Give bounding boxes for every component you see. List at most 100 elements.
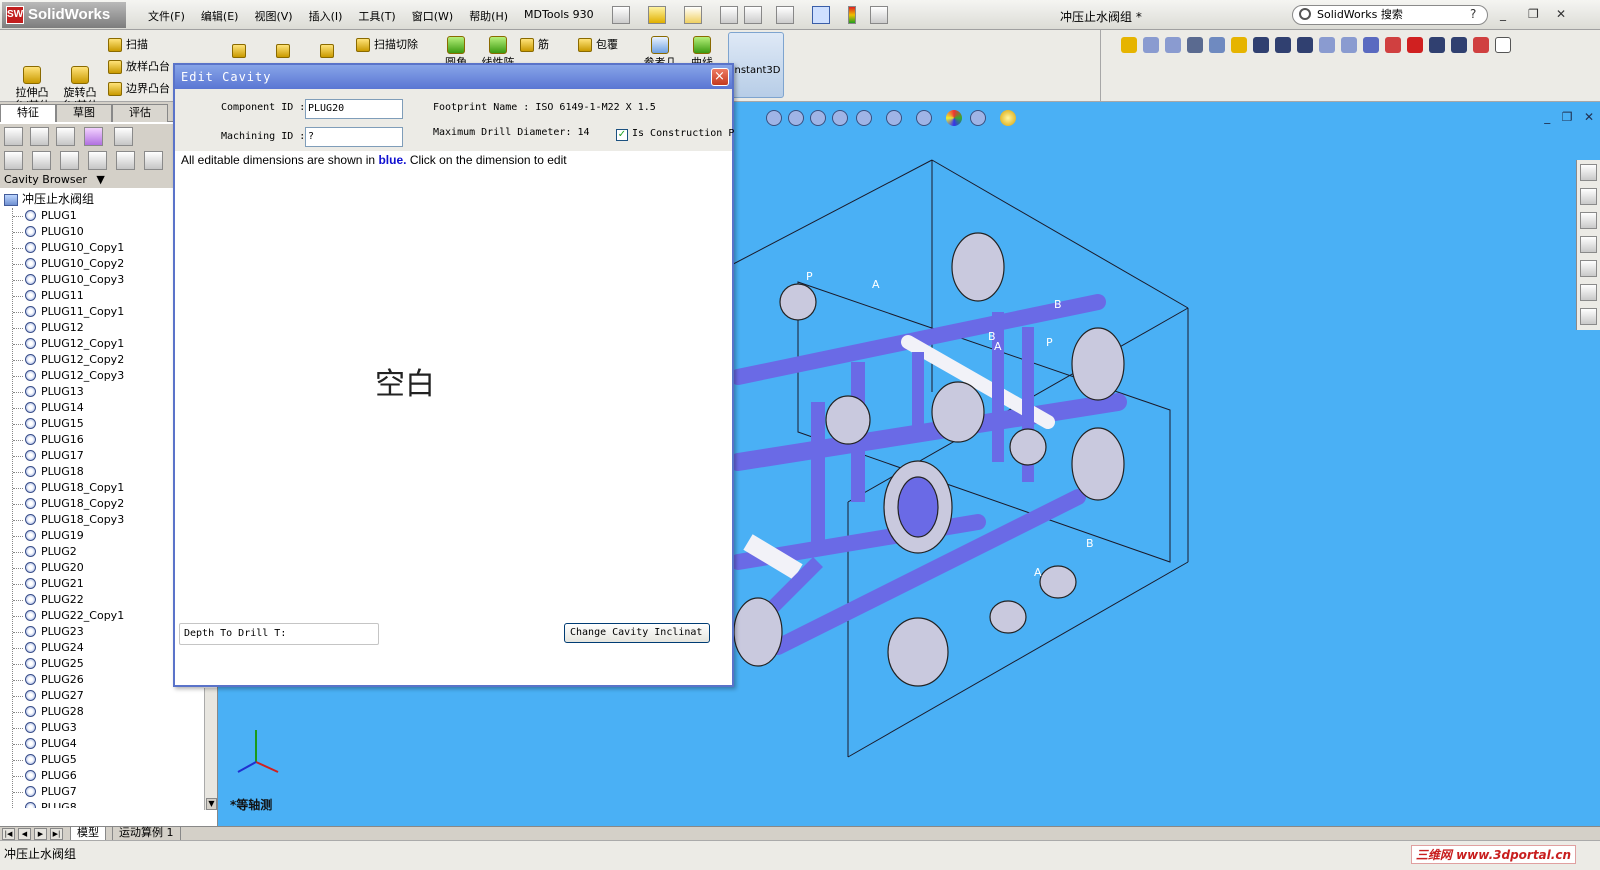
tree-item[interactable]: PLUG18_Copy2 xyxy=(13,496,124,512)
chart-icon[interactable] xyxy=(1451,37,1467,53)
tab-features[interactable]: 特征 xyxy=(0,104,56,122)
concentric-icon[interactable] xyxy=(1165,37,1181,53)
rib-button[interactable]: 筋 xyxy=(520,36,549,52)
align-cavity-icon[interactable] xyxy=(88,151,107,170)
rebuild-icon[interactable] xyxy=(848,6,856,24)
dropdown-arrow-icon[interactable]: ▼ xyxy=(96,173,104,186)
machining-id-input[interactable]: ? xyxy=(305,127,403,147)
sweep-button[interactable]: 扫描 xyxy=(108,36,148,52)
formula-icon[interactable] xyxy=(1429,37,1445,53)
menu-file[interactable]: 文件(F) xyxy=(140,8,193,24)
wrap-button[interactable]: 包覆 xyxy=(578,36,618,52)
solidworks-logo[interactable]: SW SolidWorks xyxy=(2,2,126,28)
first-tab-icon[interactable]: |◀ xyxy=(2,828,15,840)
circle-icon[interactable] xyxy=(1143,37,1159,53)
tree-item[interactable]: PLUG4 xyxy=(13,736,124,752)
paste-icon[interactable] xyxy=(1341,37,1357,53)
blank-page-icon[interactable] xyxy=(1495,37,1511,53)
tree-item[interactable]: PLUG25 xyxy=(13,656,124,672)
custom-properties-icon[interactable] xyxy=(1580,260,1597,277)
menu-edit[interactable]: 编辑(E) xyxy=(193,8,247,24)
solidworks-resources-icon[interactable] xyxy=(1580,164,1597,181)
move-cavity-icon[interactable] xyxy=(60,151,79,170)
tree-item[interactable]: PLUG22 xyxy=(13,592,124,608)
tree-item[interactable]: PLUG18_Copy1 xyxy=(13,480,124,496)
tree-item[interactable]: PLUG11_Copy1 xyxy=(13,304,124,320)
menu-window[interactable]: 窗口(W) xyxy=(404,8,461,24)
dialog-title-bar[interactable]: Edit Cavity × xyxy=(175,65,732,89)
tree-item[interactable]: PLUG10_Copy2 xyxy=(13,256,124,272)
tree-item[interactable]: PLUG12_Copy3 xyxy=(13,368,124,384)
tree-item[interactable]: PLUG21 xyxy=(13,576,124,592)
dimxpert-icon[interactable] xyxy=(84,127,103,146)
close-window-icon[interactable]: ✕ xyxy=(1556,7,1566,21)
tree-item[interactable]: PLUG12_Copy1 xyxy=(13,336,124,352)
tree-item[interactable]: PLUG23 xyxy=(13,624,124,640)
property-manager-icon[interactable] xyxy=(30,127,49,146)
cavity-icon[interactable] xyxy=(4,151,23,170)
check-interference-icon[interactable] xyxy=(116,151,135,170)
tree-item[interactable]: PLUG28 xyxy=(13,704,124,720)
prev-tab-icon[interactable]: ◀ xyxy=(18,828,31,840)
tree-scrollbar[interactable]: ▼ xyxy=(204,688,217,810)
tree-item[interactable]: PLUG10_Copy1 xyxy=(13,240,124,256)
next-tab-icon[interactable]: ▶ xyxy=(34,828,47,840)
open-folder-icon[interactable] xyxy=(648,6,666,24)
menu-insert[interactable]: 插入(I) xyxy=(301,8,351,24)
help-icon[interactable]: ? xyxy=(1470,7,1476,21)
hole-wizard-button[interactable] xyxy=(320,44,338,58)
boundary-boss-button[interactable]: 边界凸台 xyxy=(108,80,170,96)
section-icon[interactable] xyxy=(1209,37,1225,53)
tree-item[interactable]: PLUG13 xyxy=(13,384,124,400)
tree-item[interactable]: PLUG10_Copy3 xyxy=(13,272,124,288)
tree-item[interactable]: PLUG20 xyxy=(13,560,124,576)
tree-item[interactable]: PLUG19 xyxy=(13,528,124,544)
tree-item[interactable]: PLUG18 xyxy=(13,464,124,480)
appearances-icon[interactable] xyxy=(1580,284,1597,301)
new-document-icon[interactable] xyxy=(612,6,630,24)
tree-item[interactable]: PLUG16 xyxy=(13,432,124,448)
view-palette-icon[interactable] xyxy=(1580,236,1597,253)
align-icon[interactable] xyxy=(1297,37,1313,53)
tab-evaluate[interactable]: 评估 xyxy=(112,104,168,122)
restore-icon[interactable]: ❐ xyxy=(1528,7,1539,21)
menu-tools[interactable]: 工具(T) xyxy=(350,8,403,24)
print-preview-icon[interactable] xyxy=(744,6,762,24)
forum-icon[interactable] xyxy=(1580,308,1597,325)
solidworks-search-input[interactable]: SolidWorks 搜索 xyxy=(1292,5,1488,25)
last-tab-icon[interactable]: ▶| xyxy=(50,828,63,840)
display-manager-icon[interactable] xyxy=(114,127,133,146)
construction-checkbox[interactable]: ✓ xyxy=(616,129,628,141)
tree-item[interactable]: PLUG7 xyxy=(13,784,124,800)
component-id-input[interactable]: PLUG20 xyxy=(305,99,403,119)
tab-motion-study[interactable]: 运动算例 1 xyxy=(112,827,181,841)
dialog-close-button[interactable]: × xyxy=(711,68,729,86)
loft-button[interactable]: 放样凸台 xyxy=(108,58,170,74)
tree-item[interactable]: PLUG3 xyxy=(13,720,124,736)
revolved-cut-button[interactable] xyxy=(276,44,294,58)
file-explorer-icon[interactable] xyxy=(1580,212,1597,229)
dimension-icon[interactable] xyxy=(1275,37,1291,53)
select-pointer-icon[interactable] xyxy=(812,6,830,24)
instant3d-button[interactable]: Instant3D xyxy=(728,32,784,98)
print-icon[interactable] xyxy=(720,6,738,24)
tab-sketch[interactable]: 草图 xyxy=(56,104,112,122)
tree-item[interactable]: PLUG1 xyxy=(13,208,124,224)
mirror-icon[interactable] xyxy=(1363,37,1379,53)
move-icon[interactable] xyxy=(1253,37,1269,53)
feature-tree-icon[interactable] xyxy=(4,127,23,146)
save-icon[interactable] xyxy=(684,6,702,24)
copy-icon[interactable] xyxy=(1319,37,1335,53)
tree-item[interactable]: PLUG2 xyxy=(13,544,124,560)
menu-help[interactable]: 帮助(H) xyxy=(461,8,516,24)
extruded-cut-button[interactable] xyxy=(232,44,250,58)
hand-icon[interactable] xyxy=(1231,37,1247,53)
undo-icon[interactable] xyxy=(776,6,794,24)
scroll-down-icon[interactable]: ▼ xyxy=(206,798,217,810)
tree-item[interactable]: PLUG15 xyxy=(13,416,124,432)
tree-item[interactable]: PLUG22_Copy1 xyxy=(13,608,124,624)
tree-item[interactable]: PLUG24 xyxy=(13,640,124,656)
tab-model[interactable]: 模型 xyxy=(70,827,106,841)
plug-icon[interactable] xyxy=(32,151,51,170)
rotate-icon[interactable] xyxy=(1385,37,1401,53)
